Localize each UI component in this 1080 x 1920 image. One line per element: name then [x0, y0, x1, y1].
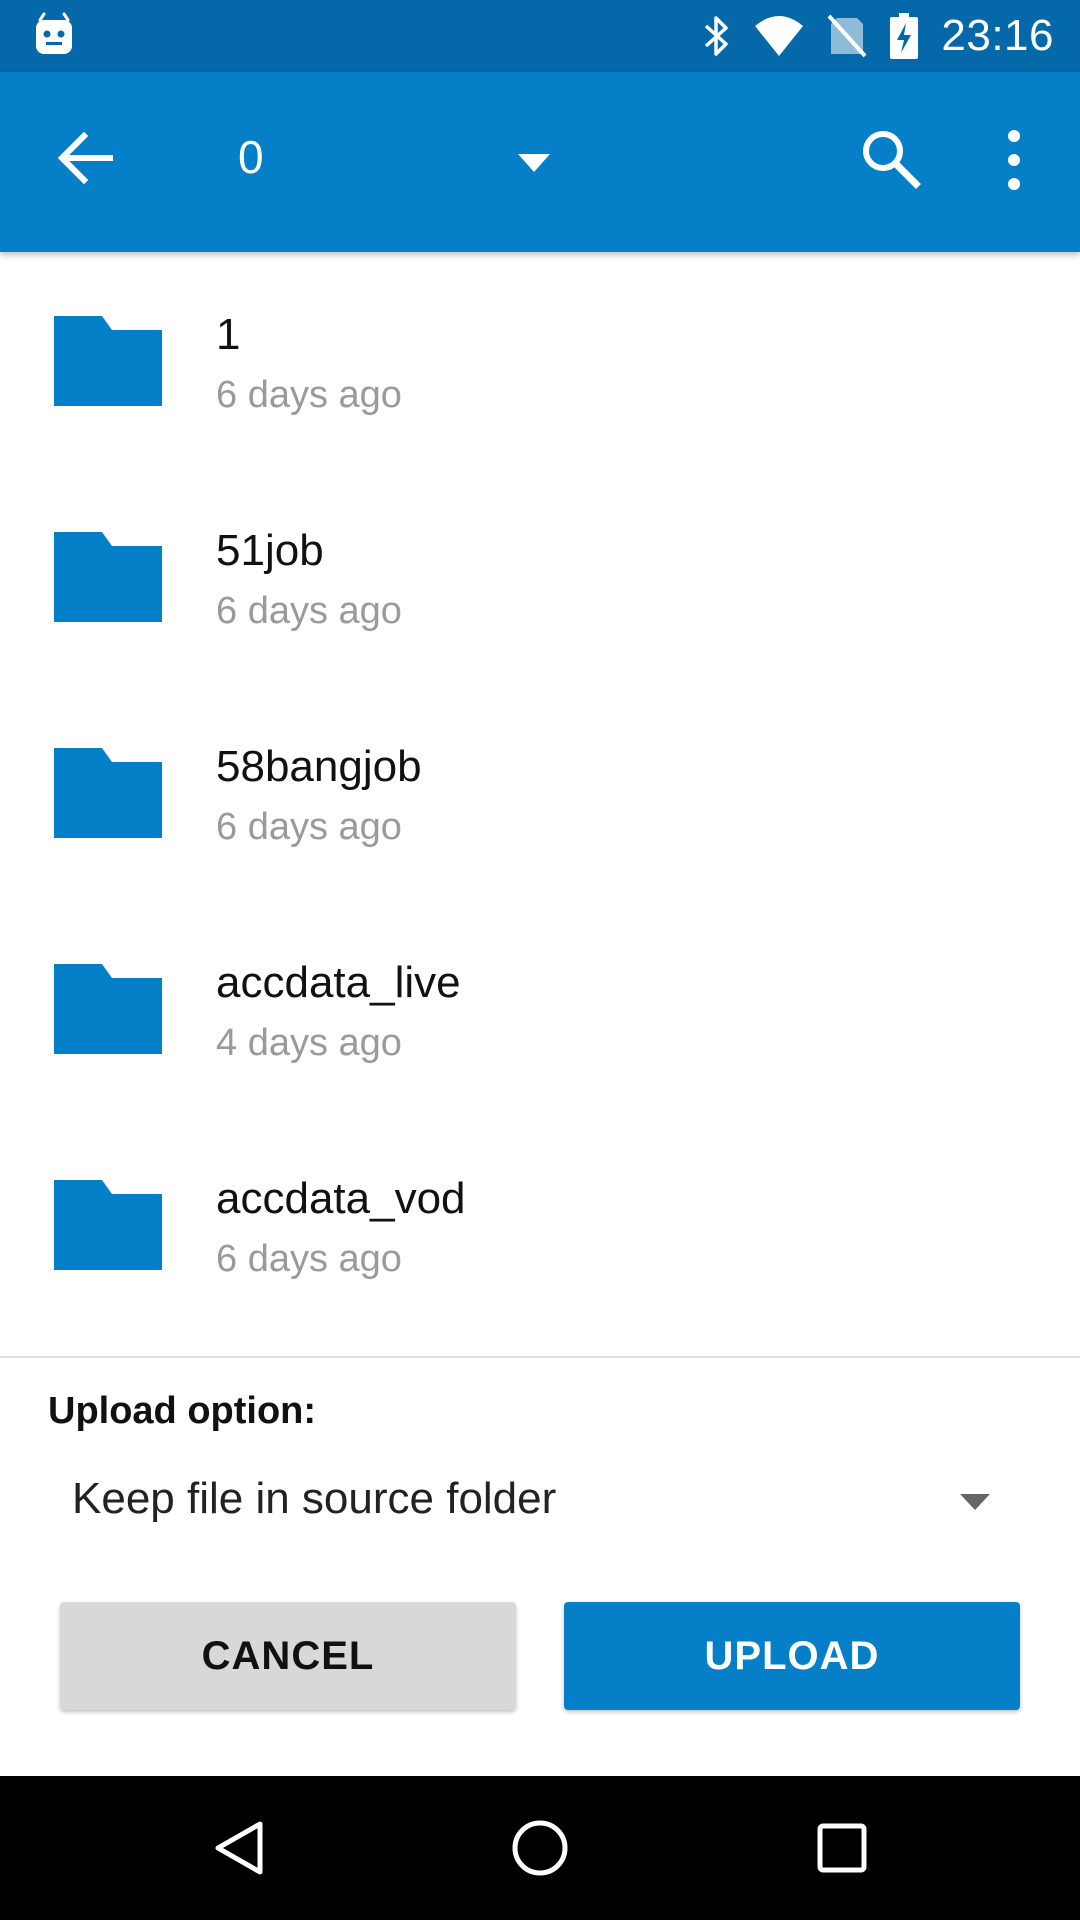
folder-name: accdata_live	[216, 958, 461, 1007]
folder-name: 58bangjob	[216, 742, 422, 791]
folder-row[interactable]: accdata_live 4 days ago	[0, 900, 1080, 1116]
battery-charging-icon	[890, 13, 919, 59]
upload-option-value: Keep file in source folder	[72, 1474, 557, 1523]
folder-modified: 6 days ago	[216, 1238, 402, 1280]
folder-name: 1	[216, 310, 241, 359]
folder-icon	[54, 1180, 162, 1270]
folder-icon	[54, 748, 162, 838]
cancel-button[interactable]: CANCEL	[60, 1602, 516, 1710]
more-vert-icon[interactable]	[990, 124, 1038, 196]
chevron-down-icon	[960, 1494, 990, 1510]
nav-home-icon[interactable]	[508, 1816, 572, 1880]
folder-row[interactable]: accdata_vod 6 days ago	[0, 1116, 1080, 1332]
folder-row[interactable]: 51job 6 days ago	[0, 468, 1080, 684]
folder-modified: 4 days ago	[216, 1022, 402, 1064]
app-bar: 0	[0, 72, 1080, 252]
folder-modified: 6 days ago	[216, 590, 402, 632]
navigation-bar	[0, 1776, 1080, 1920]
nav-recents-icon[interactable]	[810, 1816, 874, 1880]
upload-option-select[interactable]: Keep file in source folder	[48, 1460, 1008, 1540]
folder-icon	[54, 316, 162, 406]
folder-list: 1 6 days ago 51job 6 days ago 58bangjob …	[0, 252, 1080, 1332]
wifi-icon	[755, 16, 804, 56]
folder-modified: 6 days ago	[216, 806, 402, 848]
android-debug-icon	[36, 12, 72, 54]
upload-button[interactable]: UPLOAD	[564, 1602, 1020, 1710]
folder-name: accdata_vod	[216, 1174, 466, 1223]
folder-modified: 6 days ago	[216, 374, 402, 416]
divider	[0, 1356, 1080, 1358]
folder-icon	[54, 532, 162, 622]
status-time: 23:16	[941, 11, 1054, 60]
status-bar: 23:16	[0, 0, 1080, 72]
back-arrow-icon[interactable]	[56, 128, 116, 188]
folder-row[interactable]: 58bangjob 6 days ago	[0, 684, 1080, 900]
bluetooth-icon	[705, 16, 729, 56]
no-sim-icon	[827, 14, 867, 58]
folder-row[interactable]: 1 6 days ago	[0, 252, 1080, 468]
search-icon[interactable]	[858, 126, 922, 190]
folder-title[interactable]: 0	[238, 130, 264, 184]
folder-name: 51job	[216, 526, 324, 575]
upload-option-label: Upload option:	[48, 1390, 317, 1432]
folder-icon	[54, 964, 162, 1054]
dropdown-caret-icon[interactable]	[512, 148, 556, 178]
nav-back-icon[interactable]	[208, 1816, 272, 1880]
